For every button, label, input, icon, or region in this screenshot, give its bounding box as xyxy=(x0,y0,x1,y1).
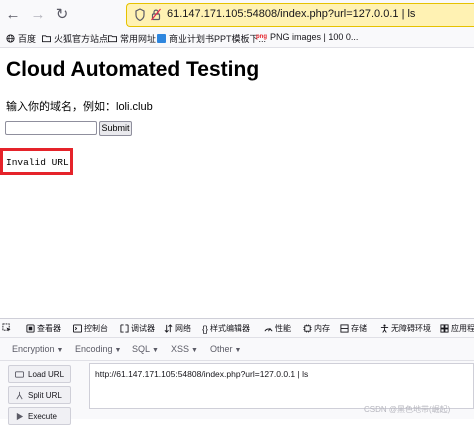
browser-toolbar: ← → ↻ 61.147.171.105:54808/index.php?url… xyxy=(0,0,474,30)
network-icon xyxy=(164,324,173,333)
split-url-icon xyxy=(16,391,23,399)
caret-down-icon: ▼ xyxy=(234,347,242,354)
tab-console[interactable]: 控制台 xyxy=(73,323,108,334)
tab-label: 样式编辑器 xyxy=(210,324,251,333)
back-icon[interactable]: ← xyxy=(4,6,22,24)
globe-icon xyxy=(6,34,15,43)
storage-icon xyxy=(340,324,349,333)
memory-icon xyxy=(303,324,312,333)
reload-icon[interactable]: ↻ xyxy=(53,6,71,24)
button-label: Split URL xyxy=(28,390,62,400)
console-icon xyxy=(73,324,82,333)
bookmark-label: 商业计划书PPT模板下... xyxy=(169,34,267,44)
menu-label: Encoding xyxy=(75,344,113,354)
domain-input[interactable] xyxy=(5,121,97,135)
caret-down-icon: ▼ xyxy=(114,347,122,354)
menu-encoding[interactable]: Encoding ▼ xyxy=(75,344,121,354)
devtools-tabs: 查看器 控制台 调试器 网络 {} 样式编辑器 性能 内存 存储 无障碍环境 应… xyxy=(0,319,474,338)
bookmark-label: 百度 xyxy=(18,34,37,44)
bookmark-baidu[interactable]: 百度 xyxy=(6,32,36,45)
ppt-icon xyxy=(157,34,166,43)
tab-label: 性能 xyxy=(275,324,291,333)
button-label: Execute xyxy=(28,411,57,421)
tab-label: 网络 xyxy=(175,324,191,333)
menu-label: Encryption xyxy=(12,344,55,354)
tab-style-editor[interactable]: {} 样式编辑器 xyxy=(202,323,250,334)
element-picker-icon[interactable] xyxy=(2,323,11,332)
caret-down-icon: ▼ xyxy=(152,347,159,354)
bookmark-label: 火狐官方站点 xyxy=(54,34,109,44)
tab-performance[interactable]: 性能 xyxy=(264,323,291,334)
tab-label: 控制台 xyxy=(84,324,108,333)
folder-icon xyxy=(108,35,117,43)
bookmark-label: 常用网址 xyxy=(120,34,157,44)
debugger-icon xyxy=(120,324,129,333)
tab-debugger[interactable]: 调试器 xyxy=(120,323,155,334)
tab-application[interactable]: 应用程 xyxy=(440,323,474,334)
caret-down-icon: ▼ xyxy=(191,347,198,354)
tab-label: 存储 xyxy=(351,324,367,333)
tab-label: 内存 xyxy=(314,324,330,333)
bookmark-label: PNG images | 100 0... xyxy=(270,32,359,42)
forward-icon[interactable]: → xyxy=(29,6,47,24)
menu-label: SQL xyxy=(132,344,151,354)
folder-icon xyxy=(42,35,51,43)
menu-label: XSS xyxy=(171,344,190,354)
menu-sql[interactable]: SQL ▼ xyxy=(132,344,159,354)
load-url-button[interactable]: Load URL xyxy=(8,365,71,383)
bookmarks-bar: 百度 火狐官方站点 常用网址 商业计划书PPT模板下... png PNG im… xyxy=(0,30,474,48)
hackbar-menu: Encryption ▼ Encoding ▼ SQL ▼ XSS ▼ Other ▼ xyxy=(0,338,474,361)
menu-label: Other xyxy=(210,344,233,354)
accessibility-icon xyxy=(380,324,389,333)
menu-encryption[interactable]: Encryption ▼ xyxy=(12,344,63,354)
inspector-icon xyxy=(26,324,35,333)
submit-button[interactable]: Submit xyxy=(99,121,132,136)
png-icon: png xyxy=(256,34,267,40)
tab-memory[interactable]: 内存 xyxy=(303,323,330,334)
url-bar[interactable]: 61.147.171.105:54808/index.php?url=127.0… xyxy=(126,3,474,27)
tab-label: 调试器 xyxy=(131,324,155,333)
execute-icon xyxy=(16,412,24,420)
load-url-icon xyxy=(15,370,24,378)
tab-label: 查看器 xyxy=(37,324,61,333)
application-icon xyxy=(440,324,449,333)
performance-icon xyxy=(264,327,273,332)
tab-inspector[interactable]: 查看器 xyxy=(26,323,61,334)
execute-button[interactable]: Execute xyxy=(8,407,71,425)
style-editor-icon: {} xyxy=(202,323,209,334)
menu-other[interactable]: Other ▼ xyxy=(210,344,241,354)
bookmark-png-images[interactable]: png PNG images | 100 0... xyxy=(256,32,358,42)
domain-prompt: 输入你的域名，例如：loli.club xyxy=(6,101,153,113)
url-text: 61.147.171.105:54808/index.php?url=127.0… xyxy=(167,8,416,20)
button-label: Load URL xyxy=(28,369,65,379)
menu-xss[interactable]: XSS ▼ xyxy=(171,344,198,354)
insecure-lock-icon[interactable] xyxy=(151,8,161,21)
devtools-picker[interactable] xyxy=(2,323,11,332)
hackbar-url-textarea[interactable]: http://61.147.171.105:54808/index.php?ur… xyxy=(89,363,474,409)
watermark: CSDN @黑色地带(崛起) xyxy=(364,405,451,414)
page-title: Cloud Automated Testing xyxy=(6,58,260,81)
tab-accessibility[interactable]: 无障碍环境 xyxy=(380,323,431,334)
tab-label: 无障碍环境 xyxy=(391,324,431,333)
split-url-button[interactable]: Split URL xyxy=(8,386,71,404)
bookmark-common-sites[interactable]: 常用网址 xyxy=(108,32,156,45)
tab-network[interactable]: 网络 xyxy=(164,323,191,334)
bookmark-ppt-templates[interactable]: 商业计划书PPT模板下... xyxy=(157,32,266,45)
bookmark-firefox-official[interactable]: 火狐官方站点 xyxy=(42,32,108,45)
shield-icon[interactable] xyxy=(135,8,145,21)
caret-down-icon: ▼ xyxy=(56,347,64,354)
tab-label: 应用程 xyxy=(451,324,474,333)
result-text: Invalid URL xyxy=(6,157,69,168)
tab-storage[interactable]: 存储 xyxy=(340,323,367,334)
